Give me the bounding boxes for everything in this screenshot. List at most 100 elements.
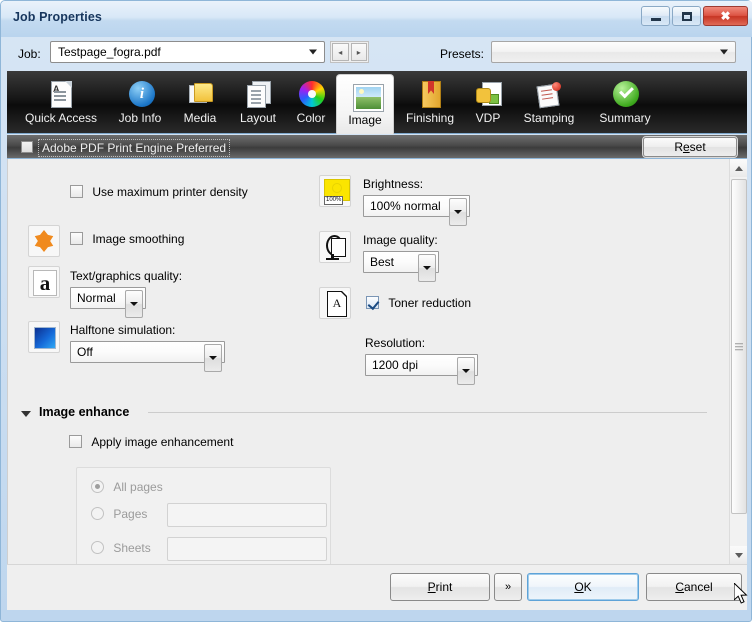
tab-image[interactable]: Image: [336, 74, 394, 134]
toner-reduction-checkbox[interactable]: [366, 296, 379, 309]
sheets-radio[interactable]: [91, 541, 104, 554]
cursor-arrow-icon: [734, 583, 748, 604]
triangle-down-icon: [735, 552, 743, 558]
halftone-simulation-select[interactable]: Off: [70, 341, 225, 372]
image-quality-value: Best: [370, 255, 395, 269]
window-title: Job Properties: [13, 10, 102, 24]
brightness-label: Brightness:: [363, 177, 424, 191]
section-divider: [148, 412, 707, 413]
image-quality-select[interactable]: Best: [363, 251, 439, 282]
tab-stamping[interactable]: Stamping: [511, 73, 587, 133]
tab-quick-access[interactable]: A Quick Access: [13, 73, 109, 133]
image-smoothing-checkbox[interactable]: [70, 232, 83, 245]
tab-job-info[interactable]: i Job Info: [109, 73, 171, 133]
text-graphics-quality-select[interactable]: Normal: [70, 287, 146, 318]
chevron-down-icon[interactable]: [21, 411, 31, 417]
apply-image-enhancement-row[interactable]: Apply image enhancement: [69, 435, 233, 449]
ok-button[interactable]: OK: [527, 573, 639, 601]
job-select-value: Testpage_fogra.pdf: [58, 45, 161, 59]
appe-checkbox[interactable]: [21, 141, 33, 153]
close-button[interactable]: ✖: [703, 6, 748, 26]
grip-icon: [735, 345, 743, 348]
folder-media-icon: [185, 79, 215, 109]
halftone-gradient-icon: [28, 321, 60, 353]
resolution-select[interactable]: 1200 dpi: [365, 354, 478, 385]
pages-label: Pages: [113, 507, 148, 521]
presets-select[interactable]: [491, 41, 736, 63]
sheets-label: Sheets: [113, 541, 151, 555]
color-wheel-icon: [296, 79, 326, 109]
tab-media-label: Media: [183, 111, 217, 125]
close-icon: ✖: [720, 9, 731, 23]
minimize-button[interactable]: [641, 6, 670, 26]
chevron-down-icon[interactable]: [418, 254, 436, 282]
tab-layout[interactable]: Layout: [229, 73, 287, 133]
max-density-checkbox[interactable]: [70, 185, 83, 198]
tab-vdp-label: VDP: [475, 111, 501, 125]
chevron-down-icon[interactable]: [204, 344, 222, 372]
job-next-button[interactable]: ▸: [350, 43, 367, 61]
tab-summary-label: Summary: [599, 111, 651, 125]
brightness-select[interactable]: 100% normal: [363, 195, 470, 226]
maximize-button[interactable]: [672, 6, 701, 26]
green-check-icon: [610, 79, 640, 109]
tab-image-label: Image: [348, 113, 382, 127]
pages-input[interactable]: [167, 503, 327, 527]
image-quality-icon: [319, 231, 351, 263]
tab-media[interactable]: Media: [171, 73, 229, 133]
tab-vdp[interactable]: VDP: [465, 73, 511, 133]
chevron-down-icon[interactable]: [457, 357, 475, 385]
chevron-down-icon[interactable]: [125, 290, 143, 318]
halftone-simulation-label: Halftone simulation:: [70, 323, 176, 337]
appe-label: Adobe PDF Print Engine Preferred: [38, 139, 231, 157]
job-prev-button[interactable]: ◂: [332, 43, 349, 61]
picture-icon: [350, 81, 384, 112]
image-settings-inner: Use maximum printer density Image smooth…: [8, 159, 724, 564]
resolution-value: 1200 dpi: [372, 358, 419, 372]
maximize-icon: [673, 7, 700, 25]
chevron-down-icon[interactable]: [449, 198, 467, 226]
scroll-down-button[interactable]: [730, 546, 747, 564]
tab-color[interactable]: Color: [287, 73, 335, 133]
scrollbar-thumb[interactable]: [731, 179, 747, 514]
pages-radio[interactable]: [91, 507, 104, 520]
minimize-icon: [642, 7, 669, 25]
job-properties-window: Job Properties ✖ Job: Testpage_fogra.pdf…: [0, 0, 752, 622]
scroll-up-button[interactable]: [730, 159, 747, 177]
brightness-value: 100% normal: [370, 199, 441, 213]
document-text-icon: A: [46, 79, 76, 109]
reset-button[interactable]: Reset: [642, 136, 738, 158]
scope-option-all-pages[interactable]: All pages: [91, 480, 163, 494]
job-label: Job:: [18, 47, 41, 61]
max-density-label: Use maximum printer density: [92, 185, 248, 199]
apply-image-enhancement-checkbox[interactable]: [69, 435, 82, 448]
image-quality-label: Image quality:: [363, 233, 438, 247]
cancel-button-label: Cancel: [675, 580, 713, 594]
variable-data-icon: [473, 79, 503, 109]
scope-option-pages[interactable]: Pages: [91, 507, 147, 521]
vertical-scrollbar[interactable]: [729, 159, 747, 564]
max-density-row[interactable]: Use maximum printer density: [70, 185, 248, 199]
all-pages-radio[interactable]: [91, 480, 104, 493]
tab-finishing-label: Finishing: [405, 111, 455, 125]
image-smoothing-label: Image smoothing: [92, 232, 185, 246]
toner-reduction-row[interactable]: Toner reduction: [366, 296, 471, 310]
stamp-icon: [534, 79, 564, 109]
brightness-icon-tag: 100%: [324, 196, 344, 205]
print-more-button[interactable]: »: [494, 573, 522, 601]
job-select[interactable]: Testpage_fogra.pdf: [50, 41, 325, 63]
image-smoothing-row[interactable]: Image smoothing: [70, 232, 184, 246]
print-button-label: Print: [427, 580, 453, 594]
resolution-label: Resolution:: [365, 336, 426, 350]
tab-finishing[interactable]: Finishing: [395, 73, 465, 133]
tab-strip: A Quick Access i Job Info Media Layout C…: [7, 71, 747, 134]
tab-summary[interactable]: Summary: [587, 73, 663, 133]
sheets-input[interactable]: [167, 537, 327, 561]
toner-reduction-label: Toner reduction: [388, 296, 472, 310]
image-enhance-scope-group: All pages Pages Sheets: [76, 467, 331, 564]
cancel-button[interactable]: Cancel: [646, 573, 742, 601]
all-pages-label: All pages: [113, 480, 163, 494]
scope-option-sheets[interactable]: Sheets: [91, 541, 151, 555]
print-button[interactable]: Print: [390, 573, 490, 601]
title-bar: Job Properties ✖: [1, 1, 752, 37]
